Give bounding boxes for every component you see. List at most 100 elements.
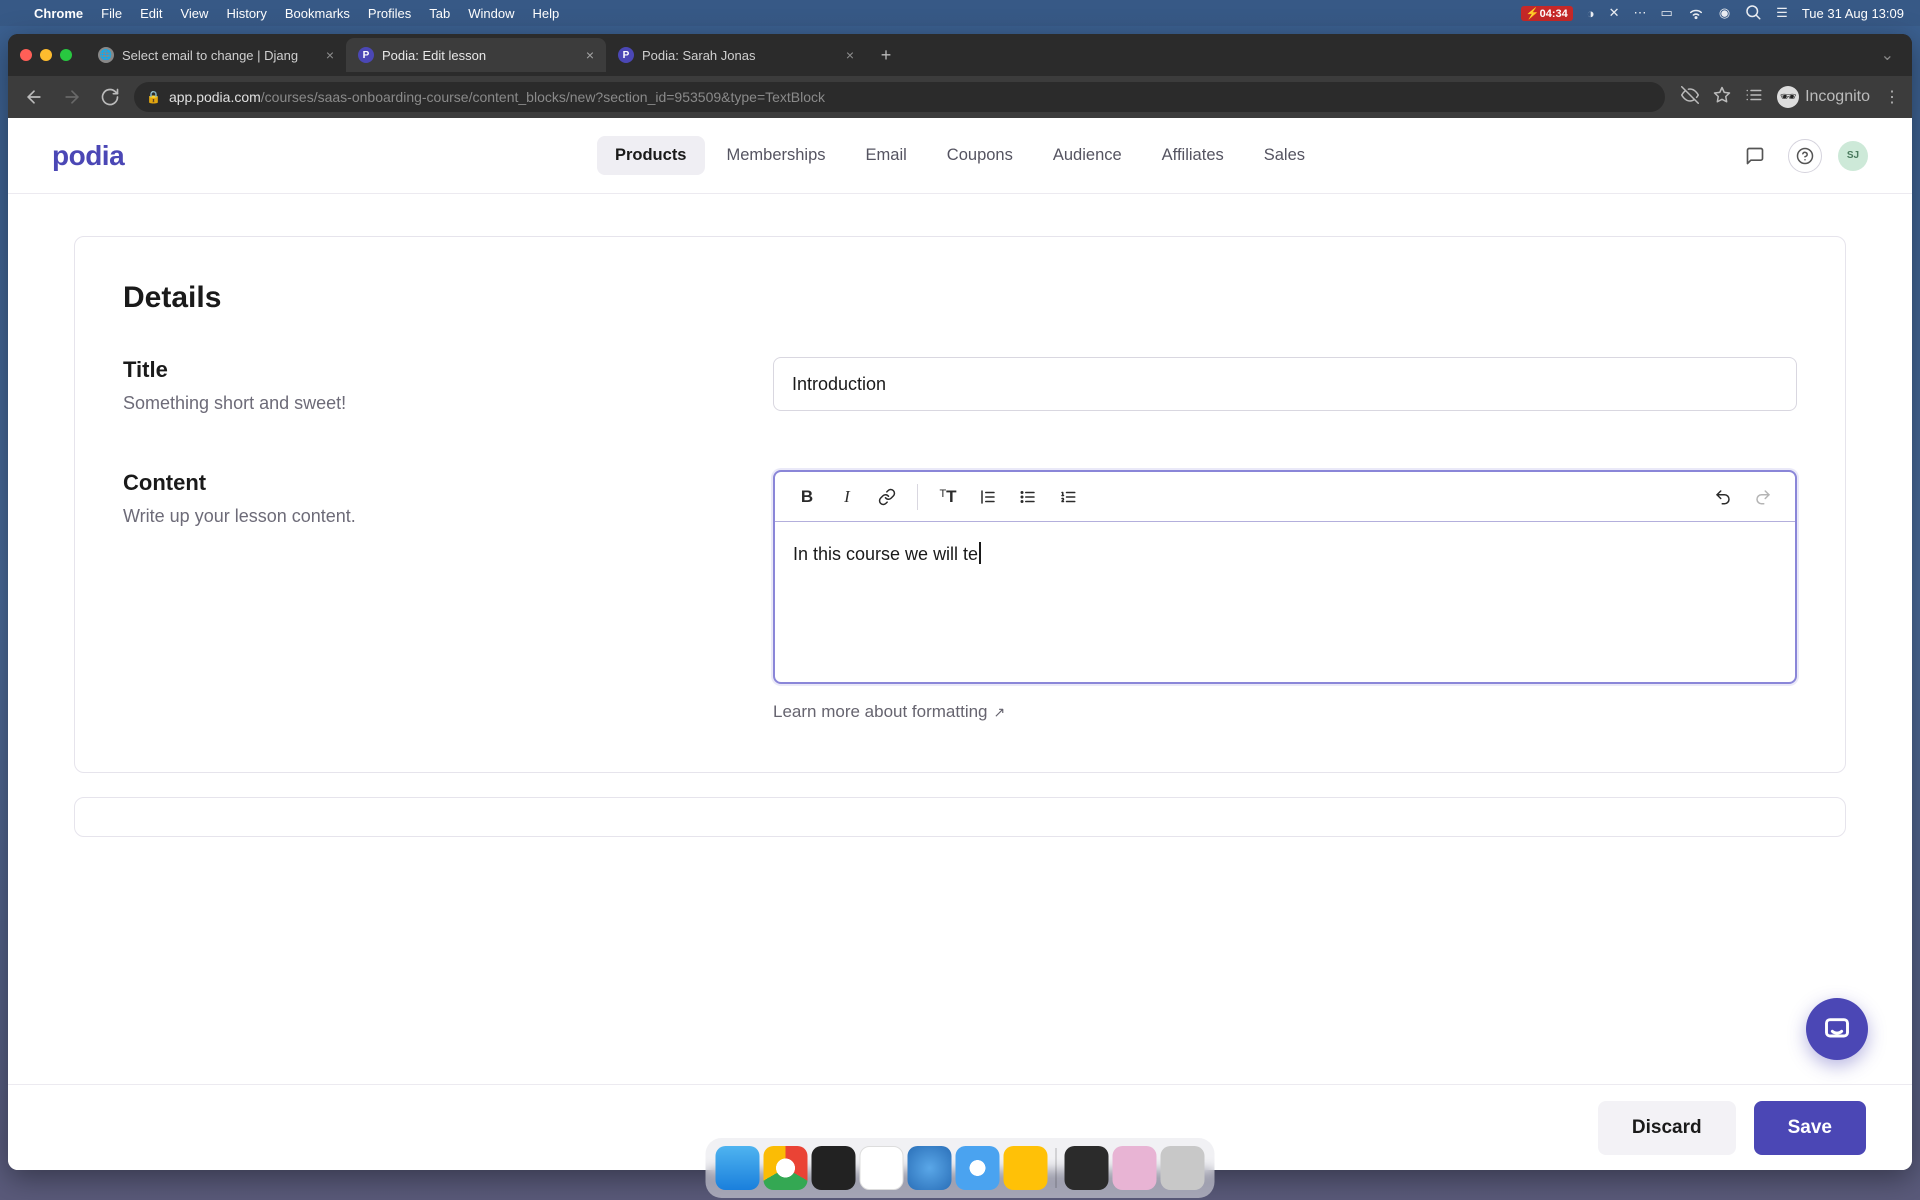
- favicon-podia-icon: P: [618, 47, 634, 63]
- nav-affiliates[interactable]: Affiliates: [1144, 136, 1242, 175]
- battery-icon[interactable]: ▭: [1661, 5, 1673, 21]
- dock-app-icon[interactable]: [1065, 1146, 1109, 1190]
- url-path: /courses/saas-onboarding-course/content_…: [261, 89, 825, 105]
- menubar-item[interactable]: File: [101, 6, 122, 21]
- tab-title: Podia: Edit lesson: [382, 48, 486, 63]
- app-header: podia Products Memberships Email Coupons…: [8, 118, 1912, 194]
- editor-content: In this course we will te: [793, 544, 978, 564]
- learn-more-formatting-link[interactable]: Learn more about formatting ↗: [773, 702, 1797, 722]
- dock-app-icon[interactable]: [1004, 1146, 1048, 1190]
- close-tab-icon[interactable]: ×: [326, 47, 334, 63]
- spotlight-icon[interactable]: [1744, 3, 1762, 24]
- tab-title: Select email to change | Djang: [122, 48, 298, 63]
- eye-off-icon[interactable]: [1681, 86, 1699, 109]
- dock-app-icon[interactable]: [1113, 1146, 1157, 1190]
- menubar-item[interactable]: View: [180, 6, 208, 21]
- nav-email[interactable]: Email: [848, 136, 925, 175]
- close-window-button[interactable]: [20, 49, 32, 61]
- address-bar[interactable]: 🔒 app.podia.com/courses/saas-onboarding-…: [134, 82, 1665, 112]
- editor-textarea[interactable]: In this course we will te: [775, 522, 1795, 682]
- battery-time-indicator[interactable]: ⚡04:34: [1521, 6, 1573, 21]
- numbered-list-button[interactable]: [1050, 479, 1086, 515]
- undo-button[interactable]: [1705, 479, 1741, 515]
- content-row: Content Write up your lesson content. B …: [123, 470, 1797, 722]
- intercom-chat-button[interactable]: [1806, 998, 1868, 1060]
- browser-toolbar: 🔒 app.podia.com/courses/saas-onboarding-…: [8, 76, 1912, 118]
- menubar-item[interactable]: Tab: [429, 6, 450, 21]
- dock-trash-icon[interactable]: [1161, 1146, 1205, 1190]
- menubar-item[interactable]: Bookmarks: [285, 6, 350, 21]
- next-card-peek: [74, 797, 1846, 837]
- macos-dock: [706, 1138, 1215, 1198]
- menubar-item[interactable]: Profiles: [368, 6, 411, 21]
- rich-text-editor: B I TT: [773, 470, 1797, 684]
- incognito-icon: 🕶: [1777, 86, 1799, 108]
- dock-quicktime-icon[interactable]: [908, 1146, 952, 1190]
- incognito-label: Incognito: [1805, 88, 1870, 106]
- details-heading: Details: [123, 281, 1797, 315]
- menubar-item[interactable]: History: [226, 6, 266, 21]
- text-cursor: [979, 542, 981, 564]
- blockquote-button[interactable]: [970, 479, 1006, 515]
- reload-button[interactable]: [96, 83, 124, 111]
- dock-chrome-icon[interactable]: [764, 1146, 808, 1190]
- dock-safari-icon[interactable]: [956, 1146, 1000, 1190]
- nav-memberships[interactable]: Memberships: [708, 136, 843, 175]
- lock-icon: 🔒: [146, 90, 161, 104]
- toolbar-separator: [917, 484, 918, 510]
- back-button[interactable]: [20, 83, 48, 111]
- forward-button[interactable]: [58, 83, 86, 111]
- status-icon[interactable]: ⋯: [1634, 5, 1647, 21]
- menubar-app-name[interactable]: Chrome: [34, 6, 83, 21]
- save-button[interactable]: Save: [1754, 1101, 1866, 1155]
- link-button[interactable]: [869, 479, 905, 515]
- menubar-datetime[interactable]: Tue 31 Aug 13:09: [1802, 6, 1904, 21]
- browser-window: 🌐 Select email to change | Djang × P Pod…: [8, 34, 1912, 1170]
- close-tab-icon[interactable]: ×: [846, 47, 854, 63]
- control-center-icon[interactable]: ◉: [1719, 5, 1730, 21]
- dock-finder-icon[interactable]: [716, 1146, 760, 1190]
- window-controls: [20, 49, 72, 61]
- italic-button[interactable]: I: [829, 479, 865, 515]
- redo-button[interactable]: [1745, 479, 1781, 515]
- nav-audience[interactable]: Audience: [1035, 136, 1140, 175]
- tab-overflow-icon[interactable]: ⌄: [1881, 45, 1900, 65]
- bullet-list-button[interactable]: [1010, 479, 1046, 515]
- heading-button[interactable]: TT: [930, 479, 966, 515]
- menubar-item[interactable]: Help: [533, 6, 560, 21]
- dock-notes-icon[interactable]: [860, 1146, 904, 1190]
- menubar-item[interactable]: Edit: [140, 6, 162, 21]
- dock-terminal-icon[interactable]: [812, 1146, 856, 1190]
- podia-logo[interactable]: podia: [52, 140, 124, 172]
- nav-sales[interactable]: Sales: [1246, 136, 1323, 175]
- browser-tabstrip: 🌐 Select email to change | Djang × P Pod…: [8, 34, 1912, 76]
- help-button[interactable]: [1788, 139, 1822, 173]
- page-content: podia Products Memberships Email Coupons…: [8, 118, 1912, 1170]
- bold-button[interactable]: B: [789, 479, 825, 515]
- new-tab-button[interactable]: +: [872, 41, 900, 69]
- bookmark-star-icon[interactable]: [1713, 86, 1731, 109]
- title-input[interactable]: [773, 357, 1797, 411]
- discard-button[interactable]: Discard: [1598, 1101, 1736, 1155]
- incognito-indicator[interactable]: 🕶 Incognito: [1777, 86, 1870, 108]
- nav-products[interactable]: Products: [597, 136, 705, 175]
- editor-toolbar: B I TT: [775, 472, 1795, 522]
- content-help: Write up your lesson content.: [123, 506, 743, 527]
- browser-tab[interactable]: P Podia: Sarah Jonas ×: [606, 38, 866, 72]
- status-icon[interactable]: ✕: [1609, 5, 1620, 21]
- browser-tab-active[interactable]: P Podia: Edit lesson ×: [346, 38, 606, 72]
- menubar-item[interactable]: Window: [468, 6, 514, 21]
- url-host: app.podia.com: [169, 89, 261, 105]
- user-avatar[interactable]: SJ: [1838, 141, 1868, 171]
- wifi-icon[interactable]: [1687, 3, 1705, 24]
- nav-coupons[interactable]: Coupons: [929, 136, 1031, 175]
- reading-list-icon[interactable]: [1745, 86, 1763, 109]
- status-icon[interactable]: ◑: [1587, 6, 1595, 21]
- messages-button[interactable]: [1738, 139, 1772, 173]
- browser-menu-icon[interactable]: ⋮: [1884, 87, 1900, 107]
- fullscreen-window-button[interactable]: [60, 49, 72, 61]
- minimize-window-button[interactable]: [40, 49, 52, 61]
- control-icon[interactable]: ☰: [1776, 5, 1788, 21]
- close-tab-icon[interactable]: ×: [586, 47, 594, 63]
- browser-tab[interactable]: 🌐 Select email to change | Djang ×: [86, 38, 346, 72]
